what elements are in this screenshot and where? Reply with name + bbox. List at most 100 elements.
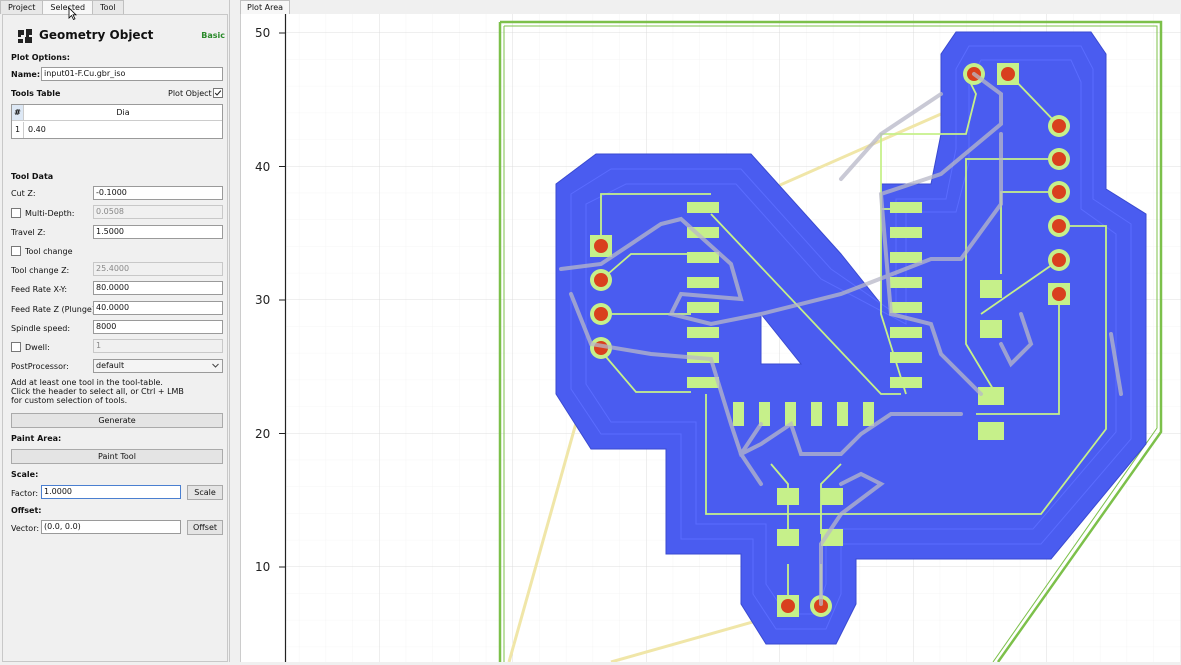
- y-tick-label: 40: [255, 160, 270, 174]
- multi-depth-label: Multi-Depth:: [25, 209, 75, 218]
- tool-change-checkbox[interactable]: [11, 246, 21, 256]
- plot-object-checkbox[interactable]: [213, 88, 223, 98]
- smd-pad: [837, 402, 848, 426]
- hint-line-3: for custom selection of tools.: [11, 396, 128, 405]
- smd-pad: [890, 352, 922, 363]
- multi-depth-checkbox[interactable]: [11, 208, 21, 218]
- tab-project[interactable]: Project: [0, 0, 44, 14]
- dwell-label: Dwell:: [25, 343, 50, 352]
- plot-canvas[interactable]: 50 40 30 20 10: [240, 14, 1181, 664]
- name-input[interactable]: input01-F.Cu.gbr_iso: [41, 67, 223, 81]
- smd-pad: [687, 377, 719, 388]
- spindle-speed-label: Spindle speed:: [11, 324, 71, 333]
- multi-depth-input[interactable]: 0.0508: [93, 205, 223, 219]
- smd-pad: [687, 327, 719, 338]
- smd-pad: [687, 302, 719, 313]
- th-pad: [1048, 148, 1070, 170]
- postprocessor-label: PostProcessor:: [11, 362, 69, 371]
- column-header-dia[interactable]: Dia: [24, 105, 222, 121]
- feed-rate-z-input[interactable]: 40.0000: [93, 301, 223, 315]
- smd-pad: [890, 377, 922, 388]
- smd-pad: [777, 488, 799, 505]
- th-pad: [1048, 249, 1070, 271]
- plot-object-label: Plot Object: [168, 89, 212, 98]
- scale-button[interactable]: Scale: [187, 485, 223, 500]
- tool-change-label: Tool change: [25, 247, 73, 256]
- plot-options-label: Plot Options:: [11, 53, 70, 62]
- offset-label: Offset:: [11, 506, 42, 515]
- factor-input[interactable]: 1.0000: [41, 485, 181, 499]
- vector-label: Vector:: [11, 524, 40, 533]
- travel-z-label: Travel Z:: [11, 228, 46, 237]
- th-pad: [590, 269, 612, 291]
- geometry-icon: [18, 29, 32, 43]
- hint-line-2: Click the header to select all, or Ctrl …: [11, 387, 184, 396]
- th-pad: [590, 235, 612, 257]
- spindle-speed-input[interactable]: 8000: [93, 320, 223, 334]
- th-pad: [1048, 181, 1070, 203]
- smd-pad: [863, 402, 874, 426]
- smd-pad: [890, 252, 922, 263]
- smd-pad: [821, 488, 843, 505]
- tools-table[interactable]: # Dia 1 0.40: [11, 104, 223, 139]
- smd-pad: [811, 402, 822, 426]
- mode-badge[interactable]: Basic: [201, 31, 225, 40]
- th-pad: [1048, 115, 1070, 137]
- vector-input[interactable]: (0.0, 0.0): [41, 520, 181, 534]
- paint-tool-button[interactable]: Paint Tool: [11, 449, 223, 464]
- smd-pad: [777, 529, 799, 546]
- y-tick-label: 30: [255, 293, 270, 307]
- dwell-checkbox[interactable]: [11, 342, 21, 352]
- hint-line-1: Add at least one tool in the tool-table.: [11, 378, 163, 387]
- left-panel: Project Selected Tool Geometry Object Ba…: [0, 0, 230, 662]
- y-tick-label: 20: [255, 427, 270, 441]
- checkmark-icon: [214, 90, 222, 96]
- panel-title: Geometry Object: [39, 28, 154, 42]
- postprocessor-value: default: [96, 361, 125, 370]
- factor-label: Factor:: [11, 489, 39, 498]
- smd-pad: [978, 387, 1004, 405]
- tool-table-hint: Add at least one tool in the tool-table.…: [11, 378, 225, 405]
- cut-z-input[interactable]: -0.1000: [93, 186, 223, 200]
- tab-plot-area[interactable]: Plot Area: [240, 0, 291, 14]
- offset-button[interactable]: Offset: [187, 520, 223, 535]
- postprocessor-select[interactable]: default: [93, 359, 223, 373]
- cut-z-label: Cut Z:: [11, 189, 36, 198]
- tab-tool[interactable]: Tool: [92, 0, 124, 14]
- chevron-down-icon: [212, 363, 219, 368]
- y-tick-label: 50: [255, 26, 270, 40]
- smd-pad: [980, 320, 1002, 338]
- tool-change-z-label: Tool change Z:: [11, 266, 70, 275]
- th-pad: [1048, 215, 1070, 237]
- travel-z-input[interactable]: 1.5000: [93, 225, 223, 239]
- smd-pad: [687, 277, 719, 288]
- smd-pad: [687, 202, 719, 213]
- y-tick-label: 10: [255, 560, 270, 574]
- paint-area-label: Paint Area:: [11, 434, 62, 443]
- dwell-input[interactable]: 1: [93, 339, 223, 353]
- feed-rate-xy-input[interactable]: 80.0000: [93, 281, 223, 295]
- generate-button[interactable]: Generate: [11, 413, 223, 428]
- feed-rate-xy-label: Feed Rate X-Y:: [11, 285, 68, 294]
- smd-pad: [978, 422, 1004, 440]
- tool-change-z-input[interactable]: 25.4000: [93, 262, 223, 276]
- tool-data-label: Tool Data: [11, 172, 54, 181]
- smd-pad: [890, 227, 922, 238]
- plot-svg[interactable]: 50 40 30 20 10: [241, 14, 1181, 664]
- scale-label: Scale:: [11, 470, 39, 479]
- name-label: Name:: [11, 70, 41, 79]
- smd-pad: [890, 327, 922, 338]
- table-row-dia[interactable]: 0.40: [28, 122, 46, 138]
- th-pad: [1048, 283, 1070, 305]
- notebook-tabs: Project Selected Tool: [0, 0, 124, 14]
- smd-pad: [890, 277, 922, 288]
- th-pad: [997, 63, 1019, 85]
- smd-pad: [733, 402, 744, 426]
- smd-pad: [890, 302, 922, 313]
- mouse-cursor-icon: [68, 7, 77, 20]
- th-pad: [777, 595, 799, 617]
- feed-rate-z-label: Feed Rate Z (Plunge):: [11, 305, 98, 314]
- column-header-number[interactable]: #: [12, 105, 24, 121]
- panel-header: Geometry Object Basic: [13, 27, 225, 45]
- table-row-number[interactable]: 1: [12, 122, 24, 138]
